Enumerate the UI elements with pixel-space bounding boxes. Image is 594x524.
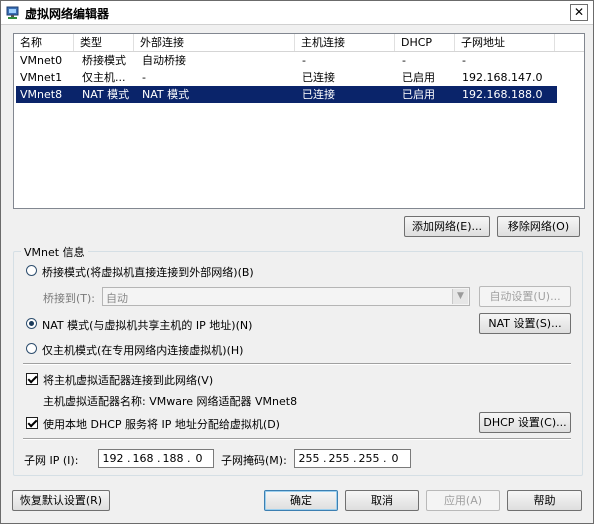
subnet-ip-label: 子网 IP (I):	[24, 454, 79, 467]
auto-settings-button[interactable]: 自动设置(U)...	[479, 286, 571, 307]
bridged-to-label: 桥接到(T):	[43, 292, 96, 305]
list-header: 名称 类型 外部连接 主机连接 DHCP 子网地址	[14, 34, 584, 52]
bridged-to-value: 自动	[106, 292, 128, 305]
host-only-label[interactable]: 仅主机模式(在专用网络内连接虚拟机)(H)	[42, 342, 243, 358]
connect-adapter-label[interactable]: 将主机虚拟适配器连接到此网络(V)	[43, 372, 213, 388]
title-bar: 虚拟网络编辑器 ✕	[1, 1, 593, 25]
table-row[interactable]: VMnet0 桥接模式 自动桥接 - - -	[16, 52, 557, 69]
network-editor-icon	[6, 6, 19, 19]
cancel-button[interactable]: 取消	[345, 490, 419, 511]
cell-host: 已连接	[302, 88, 335, 101]
cell-subnet: -	[462, 54, 466, 67]
add-network-button[interactable]: 添加网络(E)...	[404, 216, 490, 237]
mask-octet[interactable]: 255	[325, 452, 353, 465]
ip-octet[interactable]: 192	[99, 452, 127, 465]
nat-mode-radio[interactable]	[26, 318, 37, 329]
cell-type: 仅主机...	[82, 71, 126, 84]
table-row-selected[interactable]: VMnet8 NAT 模式 NAT 模式 已连接 已启用 192.168.188…	[16, 86, 557, 103]
nat-mode-label[interactable]: NAT 模式(与虚拟机共享主机的 IP 地址)(N)	[42, 317, 252, 333]
cell-external: 自动桥接	[142, 54, 186, 67]
chevron-down-icon: ▼	[452, 289, 468, 304]
apply-button[interactable]: 应用(A)	[426, 490, 500, 511]
cell-dhcp: 已启用	[402, 71, 435, 84]
ip-octet[interactable]: 0	[185, 452, 213, 465]
ok-button[interactable]: 确定	[264, 490, 338, 511]
divider	[23, 438, 571, 440]
subnet-mask-label: 子网掩码(M):	[221, 454, 287, 467]
mask-octet[interactable]: 255	[355, 452, 383, 465]
cell-subnet: 192.168.147.0	[462, 71, 543, 84]
host-only-radio[interactable]	[26, 343, 37, 354]
connect-adapter-checkbox[interactable]	[26, 373, 38, 385]
restore-defaults-button[interactable]: 恢复默认设置(R)	[12, 490, 110, 511]
mask-octet[interactable]: 255	[295, 452, 323, 465]
help-button[interactable]: 帮助	[507, 490, 582, 511]
use-dhcp-checkbox[interactable]	[26, 417, 38, 429]
adapter-name-text: 主机虚拟适配器名称: VMware 网络适配器 VMnet8	[43, 395, 298, 408]
network-list[interactable]: 名称 类型 外部连接 主机连接 DHCP 子网地址 VMnet0 桥接模式 自动…	[13, 33, 585, 209]
cell-name: VMnet1	[20, 71, 63, 84]
cell-dhcp: 已启用	[402, 88, 435, 101]
bridged-mode-label[interactable]: 桥接模式(将虚拟机直接连接到外部网络)(B)	[42, 264, 254, 280]
mask-octet[interactable]: 0	[381, 452, 409, 465]
close-button[interactable]: ✕	[570, 4, 588, 21]
cell-type: 桥接模式	[82, 54, 126, 67]
divider	[23, 363, 571, 365]
cell-host: -	[302, 54, 306, 67]
ip-octet[interactable]: 188	[159, 452, 187, 465]
cell-name: VMnet0	[20, 54, 63, 67]
bridged-mode-radio[interactable]	[26, 265, 37, 276]
vmnet-info-title: VMnet 信息	[21, 244, 88, 260]
subnet-ip-input[interactable]: 192 . 168 . 188 . 0	[98, 449, 214, 468]
cell-external: -	[142, 71, 146, 84]
column-header-host[interactable]: 主机连接	[295, 34, 395, 51]
virtual-network-editor-window: 虚拟网络编辑器 ✕ 名称 类型 外部连接 主机连接 DHCP 子网地址 VMne…	[0, 0, 594, 524]
column-header-external[interactable]: 外部连接	[134, 34, 295, 51]
column-header-dhcp[interactable]: DHCP	[395, 34, 455, 51]
bridged-to-select[interactable]: 自动 ▼	[102, 287, 470, 306]
column-header-name[interactable]: 名称	[14, 34, 74, 51]
close-icon: ✕	[573, 5, 585, 19]
cell-subnet: 192.168.188.0	[462, 88, 543, 101]
use-dhcp-label[interactable]: 使用本地 DHCP 服务将 IP 地址分配给虚拟机(D)	[43, 416, 280, 432]
dhcp-settings-button[interactable]: DHCP 设置(C)...	[479, 412, 571, 433]
cell-type: NAT 模式	[82, 88, 130, 101]
cell-external: NAT 模式	[142, 88, 190, 101]
nat-settings-button[interactable]: NAT 设置(S)...	[479, 313, 571, 334]
cell-dhcp: -	[402, 54, 406, 67]
subnet-mask-input[interactable]: 255 . 255 . 255 . 0	[294, 449, 411, 468]
remove-network-button[interactable]: 移除网络(O)	[497, 216, 580, 237]
table-row[interactable]: VMnet1 仅主机... - 已连接 已启用 192.168.147.0	[16, 69, 557, 86]
cell-host: 已连接	[302, 71, 335, 84]
window-title: 虚拟网络编辑器	[25, 7, 110, 21]
column-header-subnet[interactable]: 子网地址	[455, 34, 555, 51]
ip-octet[interactable]: 168	[129, 452, 157, 465]
column-header-type[interactable]: 类型	[74, 34, 134, 51]
cell-name: VMnet8	[20, 88, 63, 101]
